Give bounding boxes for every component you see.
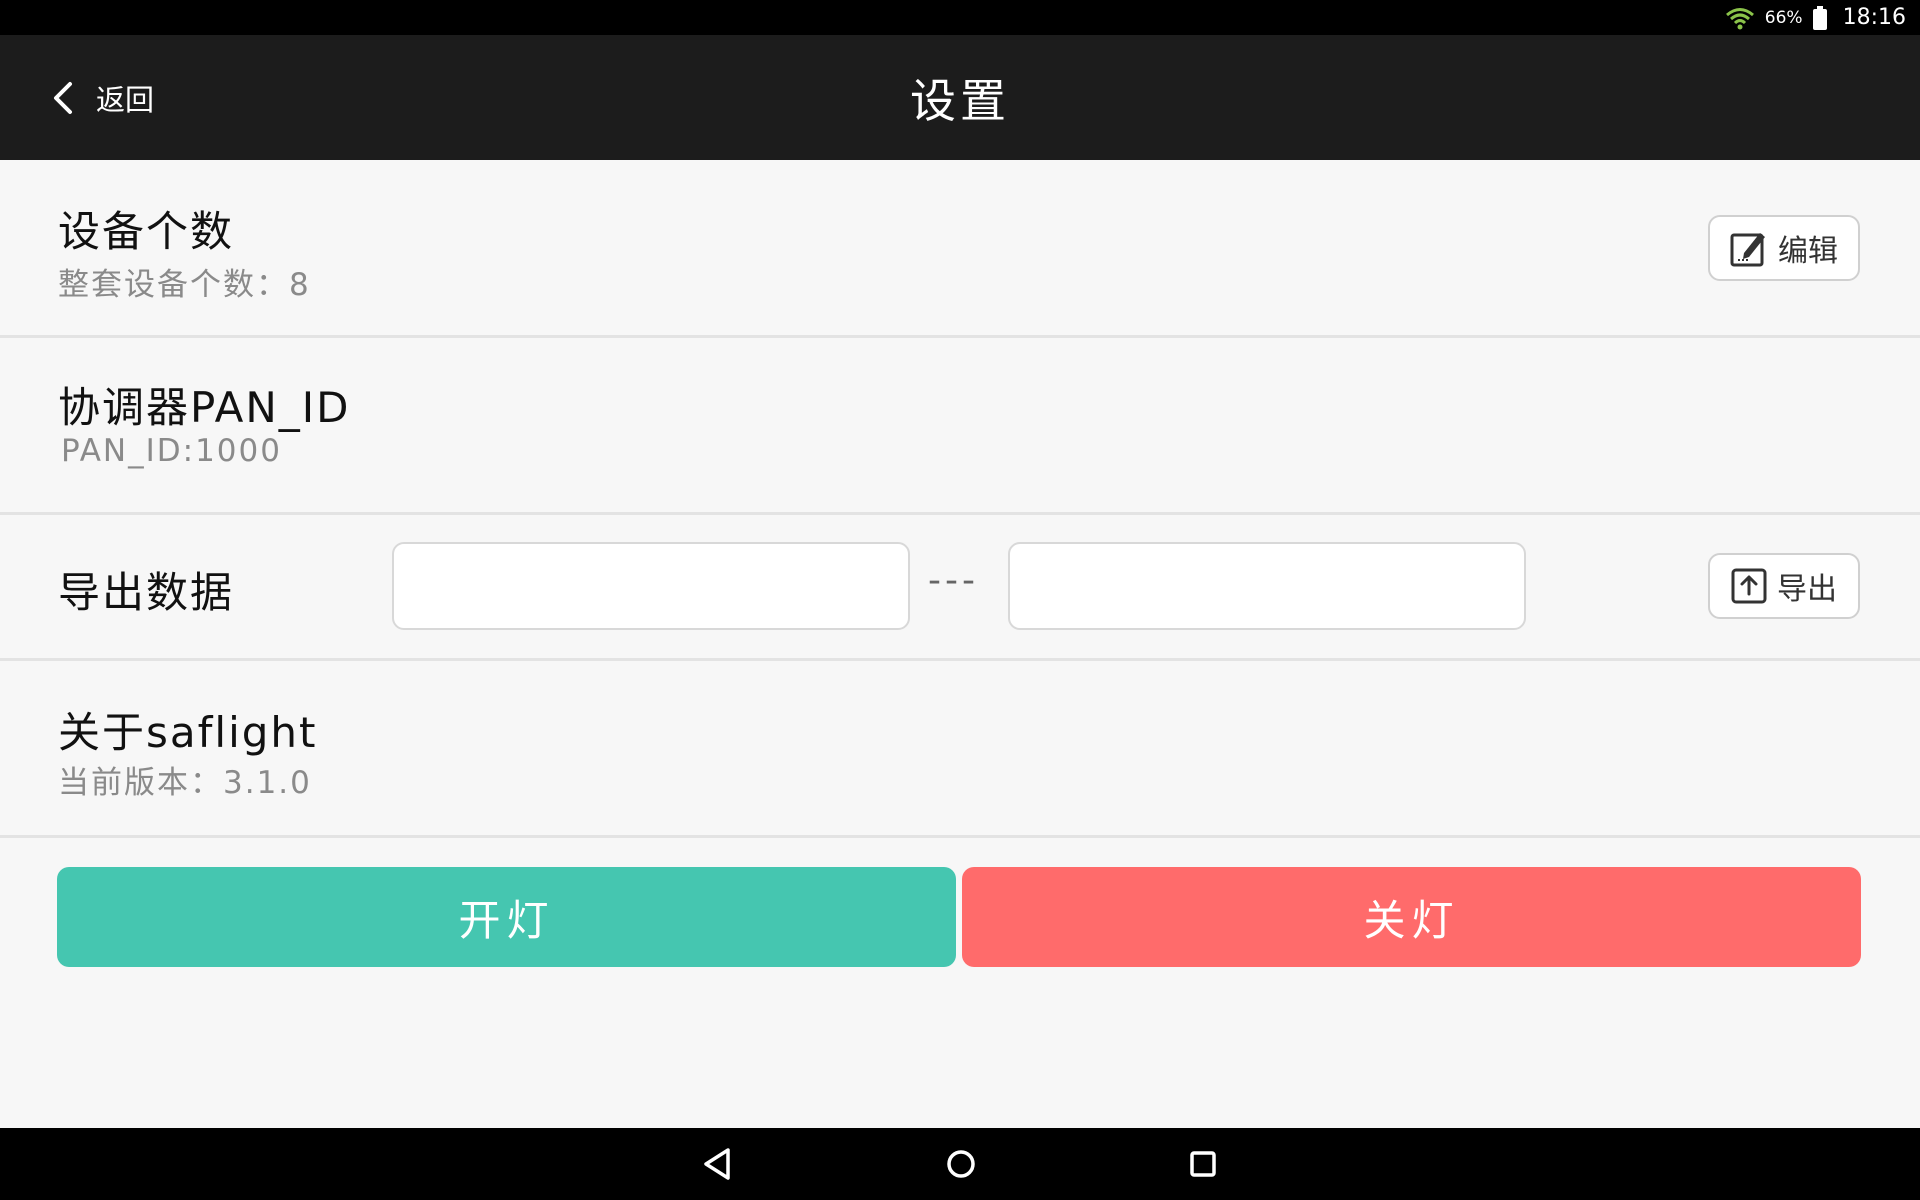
device-count-row: 设备个数 整套设备个数：8 编辑 bbox=[0, 163, 1920, 335]
app-header: 返回 设置 bbox=[0, 35, 1920, 160]
about-row[interactable]: 关于saflight 当前版本：3.1.0 bbox=[0, 661, 1920, 835]
device-count-title: 设备个数 bbox=[58, 207, 235, 256]
export-title: 导出数据 bbox=[58, 568, 235, 617]
lights-off-button[interactable]: 关灯 bbox=[962, 867, 1861, 967]
nav-recents-icon[interactable] bbox=[1181, 1142, 1225, 1186]
export-label: 导出 bbox=[1777, 572, 1837, 607]
edit-icon bbox=[1730, 233, 1765, 267]
upload-icon bbox=[1731, 568, 1767, 604]
nav-home-icon[interactable] bbox=[939, 1142, 983, 1186]
pan-id-value: PAN_ID:1000 bbox=[61, 433, 282, 469]
pan-id-title: 协调器PAN_ID bbox=[58, 383, 351, 432]
lights-on-button[interactable]: 开灯 bbox=[57, 867, 956, 967]
status-bar: 66% 18:16 bbox=[0, 0, 1920, 35]
clock: 18:16 bbox=[1842, 5, 1906, 30]
nav-back-icon[interactable] bbox=[696, 1142, 740, 1186]
edit-label: 编辑 bbox=[1778, 234, 1838, 269]
about-title: 关于saflight bbox=[58, 708, 318, 757]
export-start-input[interactable] bbox=[392, 542, 910, 630]
battery-icon bbox=[1812, 5, 1827, 30]
export-button[interactable]: 导出 bbox=[1708, 553, 1860, 619]
app-version: 当前版本：3.1.0 bbox=[58, 765, 312, 801]
divider bbox=[0, 835, 1920, 838]
export-end-input[interactable] bbox=[1008, 542, 1526, 630]
pan-id-row: 协调器PAN_ID PAN_ID:1000 bbox=[0, 338, 1920, 512]
range-separator: --- bbox=[928, 560, 979, 601]
wifi-icon bbox=[1725, 7, 1754, 29]
system-nav-bar bbox=[0, 1128, 1920, 1200]
battery-percent: 66% bbox=[1764, 7, 1803, 28]
page-title: 设置 bbox=[910, 73, 1010, 128]
device-count-value: 整套设备个数：8 bbox=[58, 267, 311, 303]
edit-button[interactable]: 编辑 bbox=[1708, 215, 1860, 281]
